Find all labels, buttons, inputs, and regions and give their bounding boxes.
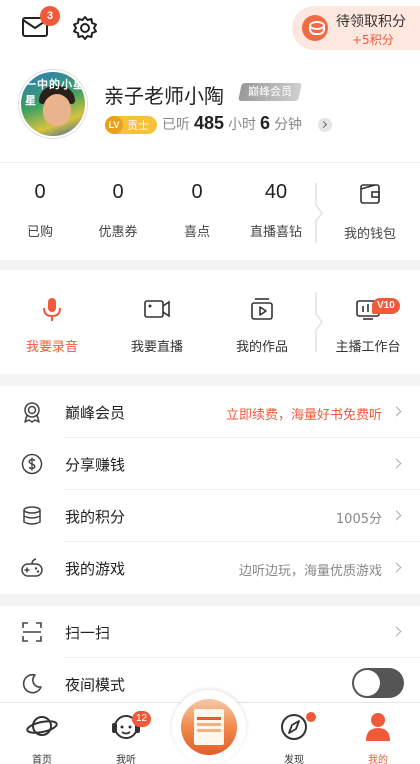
- menu-group-1: 巅峰会员 立即续费，海量好书免费听 分享赚钱 我的积分 1005分 我的游戏 边…: [0, 386, 420, 594]
- vip-tag: 巅峰会员: [238, 83, 302, 101]
- vip-promo: 立即续费，海量好书免费听: [225, 408, 382, 423]
- menu-item-games[interactable]: 我的游戏 边听边玩，海量优质游戏: [0, 542, 420, 594]
- coin-stack-icon: [23, 506, 41, 525]
- chevron-right-icon: [391, 562, 402, 573]
- tab-discover[interactable]: 发现: [254, 709, 334, 764]
- stat-xidian[interactable]: 0 喜点: [157, 181, 237, 240]
- avatar[interactable]: 一中的小星星: [19, 70, 87, 138]
- wallet-button[interactable]: 我的钱包: [330, 181, 410, 242]
- person-icon: [366, 713, 390, 741]
- night-mode-toggle[interactable]: [352, 668, 404, 698]
- chevron-right-icon: [391, 626, 402, 637]
- wallet-icon: [360, 184, 380, 204]
- gear-icon[interactable]: [72, 15, 98, 41]
- planet-icon: [26, 716, 58, 736]
- level-name: 贡士: [127, 119, 149, 132]
- creator-actions: 我要录音 我要直播 我的作品 主播工作台 V10: [0, 270, 420, 374]
- tab-home[interactable]: 首页: [2, 709, 82, 764]
- my-works-button[interactable]: 我的作品: [210, 296, 314, 355]
- stat-live-diamonds[interactable]: 40 直播喜钻: [236, 181, 316, 240]
- claim-points-button[interactable]: 待领取积分 +5积分: [292, 6, 420, 50]
- divider-arrow-icon: [315, 183, 323, 243]
- menu-item-share-earn[interactable]: 分享赚钱: [0, 438, 420, 490]
- listen-badge: 12: [132, 711, 152, 727]
- live-button[interactable]: 我要直播: [105, 296, 209, 355]
- mail-badge: 3: [40, 6, 60, 26]
- listen-time[interactable]: 已听 485 小时 6 分钟: [162, 113, 302, 134]
- menu-item-points[interactable]: 我的积分 1005分: [0, 490, 420, 542]
- chevron-right-icon[interactable]: [318, 118, 332, 132]
- microphone-icon: [43, 298, 61, 321]
- points-sub: +5积分: [352, 33, 394, 47]
- video-camera-icon: [144, 300, 170, 318]
- record-button[interactable]: 我要录音: [0, 296, 104, 355]
- toggle-knob: [354, 670, 380, 696]
- gamepad-icon: [21, 558, 43, 577]
- stats-bar: 0 已购 0 优惠券 0 喜点 40 直播喜钻 我的钱包: [0, 162, 420, 260]
- level-lv: LV: [105, 116, 123, 134]
- menu-item-vip[interactable]: 巅峰会员 立即续费，海量好书免费听: [0, 386, 420, 438]
- discover-dot: [306, 712, 316, 722]
- stat-purchased[interactable]: 0 已购: [0, 181, 80, 240]
- level-badge[interactable]: LV 贡士: [105, 116, 157, 134]
- chevron-right-icon: [391, 458, 402, 469]
- coin-icon: [302, 15, 328, 41]
- chevron-right-icon: [391, 406, 402, 417]
- points-title: 待领取积分: [336, 14, 406, 30]
- tab-listen[interactable]: 我听: [86, 709, 166, 764]
- profile-section[interactable]: 一中的小星星 亲子老师小陶 巅峰会员 LV 贡士 已听 485 小时 6 分钟: [0, 58, 420, 162]
- top-bar: 3 待领取积分 +5积分: [0, 0, 420, 58]
- stat-coupons[interactable]: 0 优惠券: [78, 181, 158, 240]
- username: 亲子老师小陶: [104, 84, 224, 108]
- tab-mine[interactable]: 我的: [338, 709, 418, 764]
- now-playing-button[interactable]: [172, 690, 246, 764]
- avatar-text: 一中的小星星: [25, 78, 85, 107]
- medal-icon: [24, 402, 40, 423]
- anchor-studio-button[interactable]: 主播工作台: [316, 296, 420, 355]
- play-folder-icon: [251, 298, 273, 320]
- studio-level-badge: V10: [372, 298, 400, 314]
- menu-group-2: 扫一扫 夜间模式: [0, 606, 420, 702]
- points-value: 1005分: [335, 512, 382, 527]
- chevron-right-icon: [391, 510, 402, 521]
- moon-icon: [22, 673, 42, 694]
- dollar-coin-icon: [21, 453, 43, 475]
- menu-item-scan[interactable]: 扫一扫: [0, 606, 420, 658]
- scan-icon: [22, 622, 42, 642]
- games-promo: 边听边玩，海量优质游戏: [238, 564, 382, 579]
- album-cover: [181, 699, 237, 755]
